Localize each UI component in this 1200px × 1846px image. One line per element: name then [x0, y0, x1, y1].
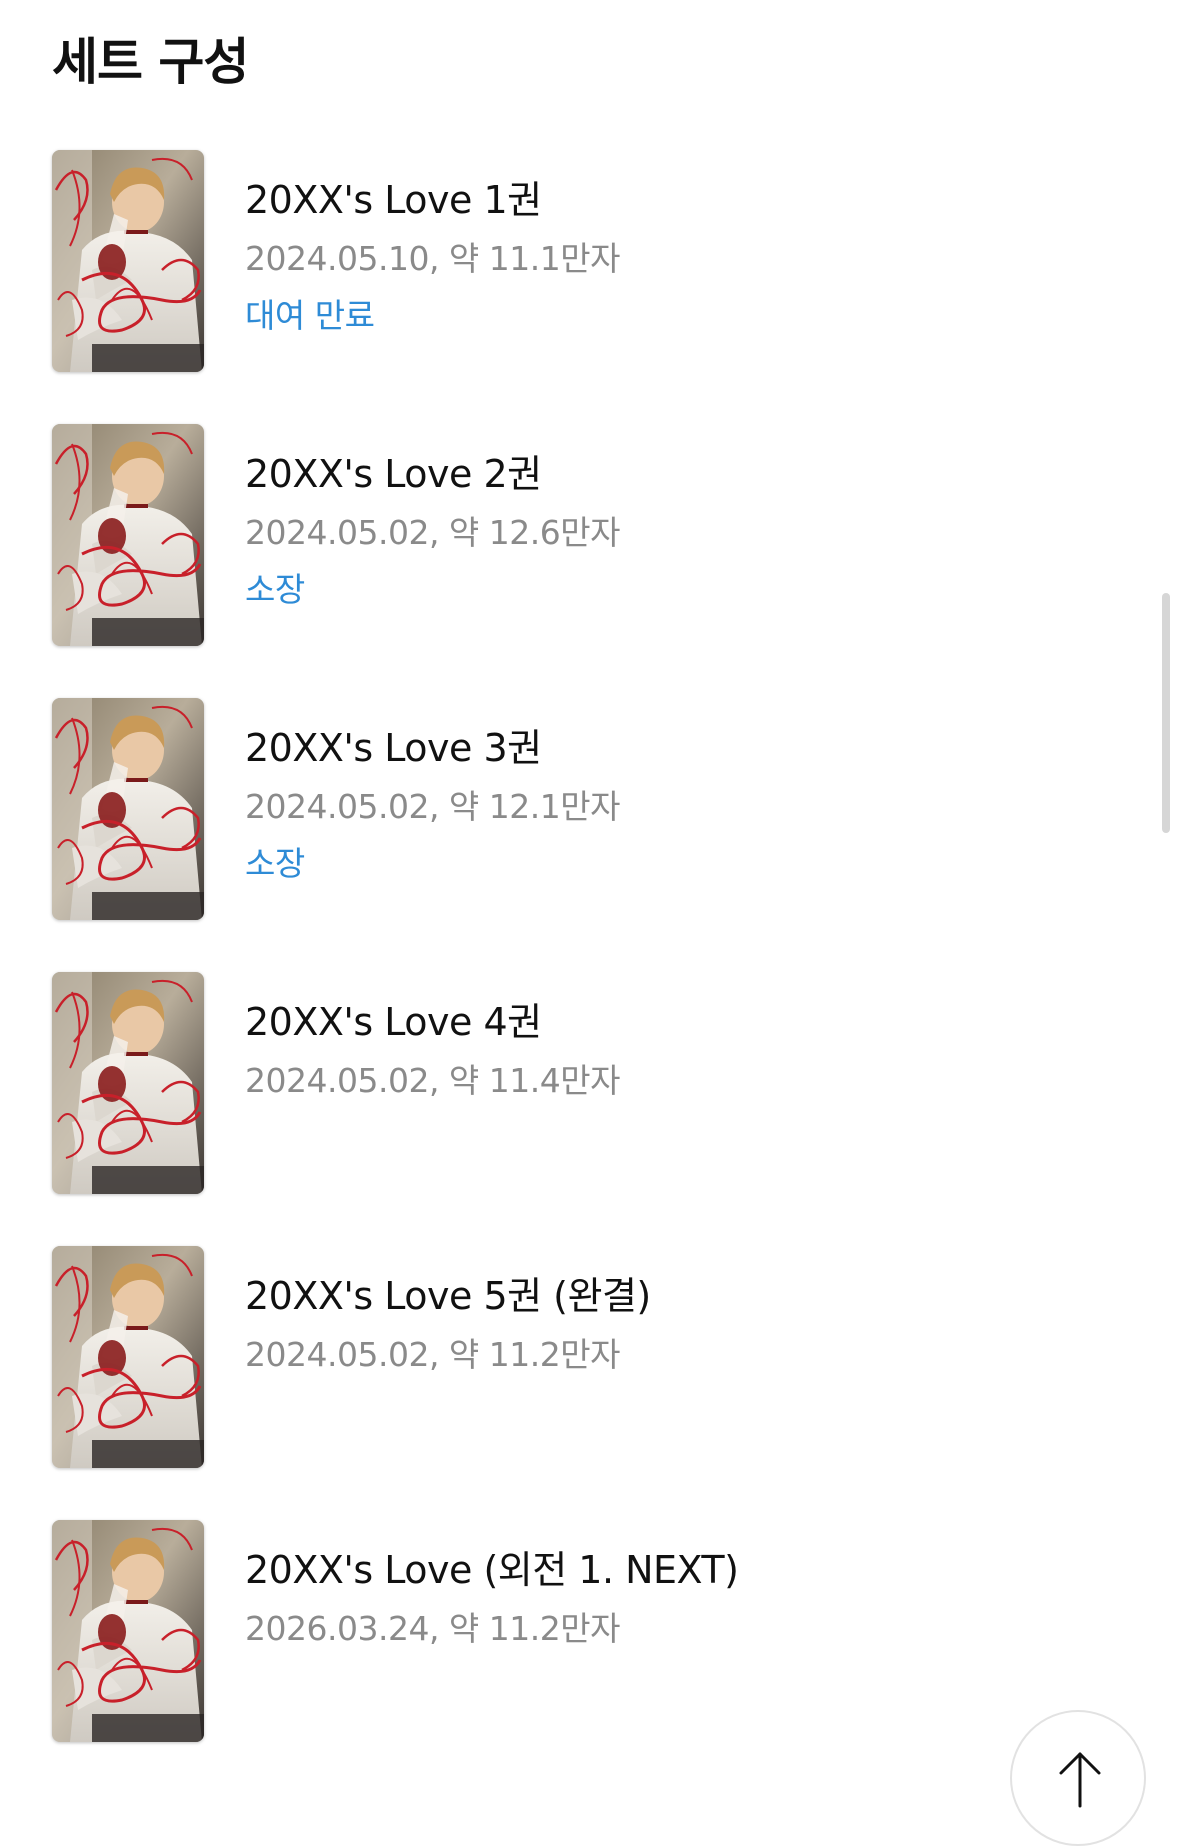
volume-title[interactable]: 20XX's Love 3권 — [245, 726, 620, 770]
volume-title[interactable]: 20XX's Love 2권 — [245, 452, 620, 496]
volume-info: 20XX's Love 3권 2024.05.02, 약 12.1만자 소장 — [245, 726, 620, 884]
volume-title[interactable]: 20XX's Love 1권 — [245, 178, 620, 222]
volume-item[interactable]: 20XX's Love 2권 2024.05.02, 약 12.6만자 소장 — [0, 422, 1200, 696]
volume-info: 20XX's Love 2권 2024.05.02, 약 12.6만자 소장 — [245, 452, 620, 610]
book-cover-image[interactable] — [52, 698, 204, 920]
book-cover-image[interactable] — [52, 1520, 204, 1742]
volume-meta: 2024.05.10, 약 11.1만자 — [245, 239, 620, 278]
arrow-up-icon — [1059, 1752, 1101, 1808]
volume-info: 20XX's Love 5권 (완결) 2024.05.02, 약 11.2만자 — [245, 1274, 651, 1375]
book-cover-image[interactable] — [52, 1246, 204, 1468]
volume-item[interactable]: 20XX's Love 5권 (완결) 2024.05.02, 약 11.2만자 — [0, 1244, 1200, 1518]
volume-status: 대여 만료 — [245, 296, 375, 335]
book-cover-image[interactable] — [52, 972, 204, 1194]
volume-item[interactable]: 20XX's Love 4권 2024.05.02, 약 11.4만자 — [0, 970, 1200, 1244]
volume-info: 20XX's Love 1권 2024.05.10, 약 11.1만자 대여 만… — [245, 178, 620, 336]
volume-info: 20XX's Love 4권 2024.05.02, 약 11.4만자 — [245, 1000, 620, 1101]
scroll-to-top-button[interactable] — [1010, 1710, 1146, 1846]
volume-title[interactable]: 20XX's Love 5권 (완결) — [245, 1274, 651, 1318]
volume-item[interactable]: 20XX's Love 3권 2024.05.02, 약 12.1만자 소장 — [0, 696, 1200, 970]
scrollbar[interactable] — [1162, 593, 1170, 833]
volume-title[interactable]: 20XX's Love (외전 1. NEXT) — [245, 1548, 739, 1592]
volume-meta: 2024.05.02, 약 12.1만자 — [245, 787, 620, 826]
volume-status: 소장 — [245, 570, 305, 609]
volume-meta: 2024.05.02, 약 11.4만자 — [245, 1061, 620, 1100]
book-cover-image[interactable] — [52, 150, 204, 372]
volume-item[interactable]: 20XX's Love 1권 2024.05.10, 약 11.1만자 대여 만… — [0, 148, 1200, 422]
volume-meta: 2026.03.24, 약 11.2만자 — [245, 1609, 620, 1648]
volume-title[interactable]: 20XX's Love 4권 — [245, 1000, 620, 1044]
volume-status: 소장 — [245, 844, 305, 883]
volume-meta: 2024.05.02, 약 11.2만자 — [245, 1335, 620, 1374]
volume-info: 20XX's Love (외전 1. NEXT) 2026.03.24, 약 1… — [245, 1548, 739, 1649]
volume-meta: 2024.05.02, 약 12.6만자 — [245, 513, 620, 552]
section-title: 세트 구성 — [52, 33, 249, 91]
volume-list: 20XX's Love 1권 2024.05.10, 약 11.1만자 대여 만… — [0, 148, 1200, 1792]
book-cover-image[interactable] — [52, 424, 204, 646]
